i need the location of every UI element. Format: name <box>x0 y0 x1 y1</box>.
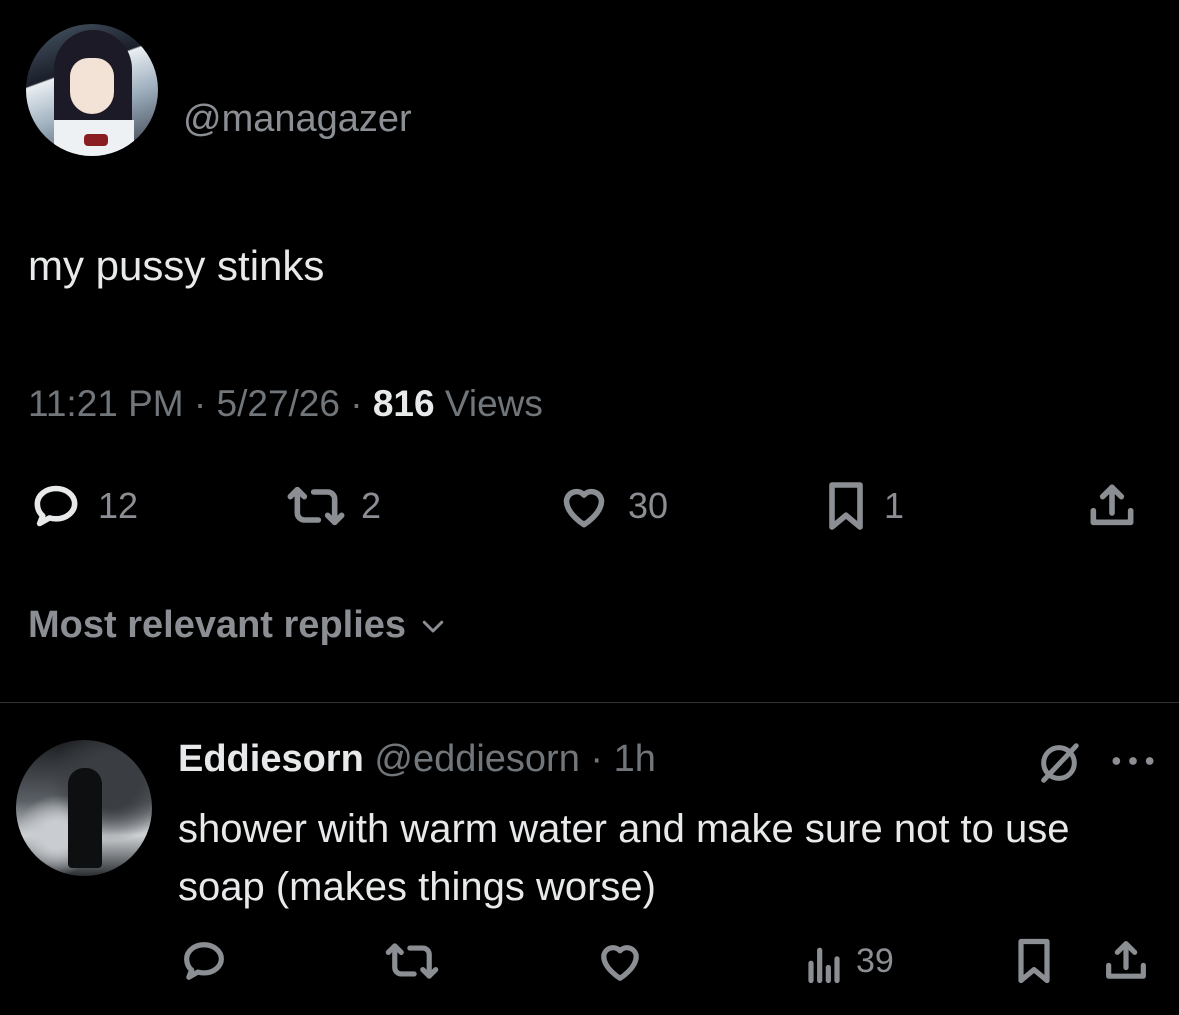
repost-button[interactable]: 2 <box>285 478 381 534</box>
replies-sort-label: Most relevant replies <box>28 604 407 646</box>
share-button[interactable] <box>1082 478 1142 534</box>
meta-separator: · <box>590 738 614 780</box>
reply-reply-button[interactable] <box>178 935 230 987</box>
reply-author-name[interactable]: Eddiesorn <box>178 738 364 780</box>
repost-icon <box>287 486 345 526</box>
author-handle[interactable]: @managazer <box>183 98 412 141</box>
tweet-time: 11:21 PM <box>28 383 184 424</box>
grok-button[interactable] <box>1036 740 1082 791</box>
reply-like-button[interactable] <box>594 935 646 987</box>
share-icon <box>1090 484 1134 526</box>
like-button[interactable]: 30 <box>554 478 668 534</box>
grok-icon <box>1041 743 1079 783</box>
chevron-down-icon <box>422 620 444 632</box>
tweet-date: 5/27/26 <box>216 383 340 424</box>
reply-share-button[interactable] <box>1100 935 1152 987</box>
repost-count: 2 <box>361 485 382 526</box>
reply-button[interactable]: 12 <box>28 478 138 534</box>
tweet-text: my pussy stinks <box>28 242 325 289</box>
bookmark-icon <box>1018 938 1050 984</box>
heart-icon <box>563 488 605 528</box>
reply-repost-button[interactable] <box>384 935 440 987</box>
views-count[interactable]: 816 <box>373 383 435 424</box>
heart-icon <box>601 945 639 981</box>
author-avatar[interactable] <box>26 24 158 156</box>
meta-separator: · <box>193 383 217 424</box>
reply-age[interactable]: 1h <box>614 738 656 780</box>
reply-text: shower with warm water and make sure not… <box>178 807 1070 909</box>
reply-header: Eddiesorn @eddiesorn · 1h <box>178 738 656 781</box>
bookmark-icon <box>829 482 863 530</box>
reply-count: 12 <box>98 485 139 526</box>
like-count: 30 <box>628 485 669 526</box>
reply-bookmark-button[interactable] <box>1012 935 1056 987</box>
views-icon <box>808 947 840 984</box>
reply-views-count: 39 <box>856 941 894 980</box>
reply-author-avatar[interactable] <box>16 740 152 876</box>
reply-author-handle[interactable]: @eddiesorn <box>374 738 579 780</box>
tweet-meta: 11:21 PM · 5/27/26 · 816 Views <box>28 383 543 425</box>
reply-views-button[interactable]: 39 <box>802 935 894 987</box>
reply-icon <box>34 485 78 527</box>
meta-separator: · <box>350 383 373 424</box>
more-options-button[interactable] <box>1108 744 1158 783</box>
views-label[interactable]: Views <box>445 383 543 424</box>
reply-icon <box>184 942 224 980</box>
more-icon <box>1112 757 1154 765</box>
bookmark-button[interactable]: 1 <box>822 478 904 534</box>
replies-sort-selector[interactable]: Most relevant replies <box>28 604 450 647</box>
section-divider <box>0 702 1179 703</box>
bookmark-count: 1 <box>884 485 905 526</box>
share-icon <box>1106 941 1146 979</box>
repost-icon <box>385 943 439 979</box>
